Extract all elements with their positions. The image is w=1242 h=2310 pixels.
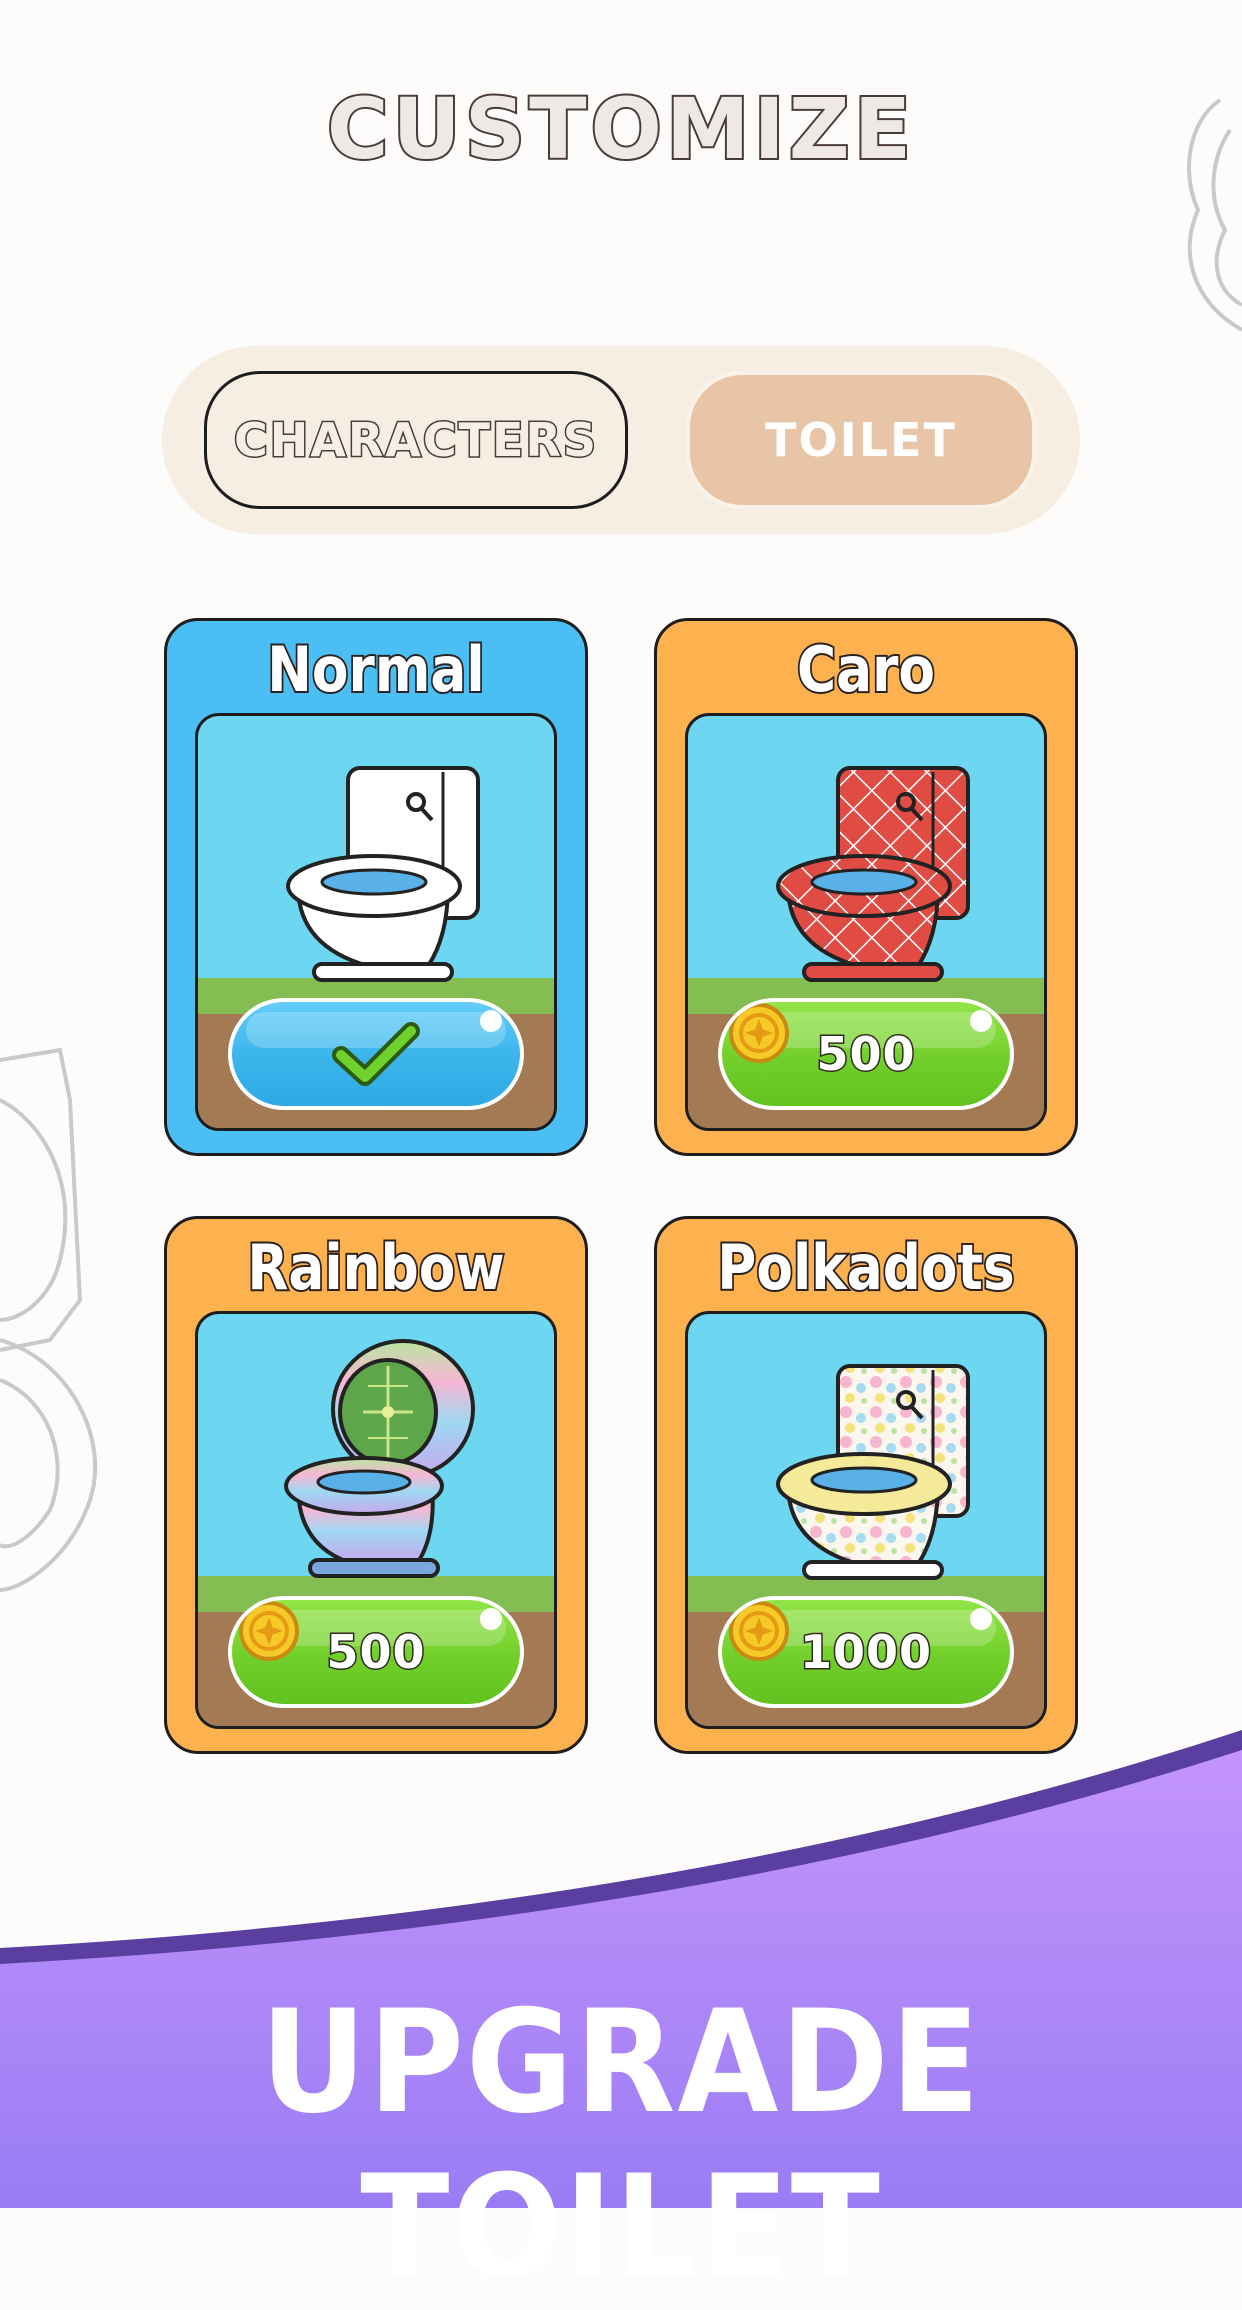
- button-glint: [480, 1608, 502, 1630]
- button-glint: [970, 1608, 992, 1630]
- button-glint: [970, 1010, 992, 1032]
- tab-bar: CHARACTERS TOILET: [162, 346, 1080, 534]
- coin-icon: [729, 1601, 789, 1661]
- buy-button[interactable]: 500: [718, 998, 1014, 1110]
- buy-button[interactable]: 500: [228, 1596, 524, 1708]
- polkadot-toilet-icon: [776, 1364, 970, 1580]
- white-toilet-icon: [286, 766, 480, 982]
- item-preview: [195, 713, 557, 1131]
- page-title: CUSTOMIZE: [325, 78, 916, 180]
- coin-icon: [729, 1003, 789, 1063]
- price-label: 1000: [798, 1624, 933, 1681]
- item-preview: 500: [195, 1311, 557, 1729]
- toilet-sketch-decoration: [0, 1047, 98, 1592]
- tab-characters[interactable]: CHARACTERS: [204, 371, 628, 509]
- button-glint: [480, 1010, 502, 1032]
- buy-button[interactable]: 1000: [718, 1596, 1014, 1708]
- promo-banner-text: UPGRADE TOILET: [260, 1980, 982, 2310]
- item-preview: 500: [685, 713, 1047, 1131]
- item-name: Normal: [266, 631, 487, 708]
- coin-icon: [239, 1601, 299, 1661]
- plaid-toilet-icon: [776, 766, 970, 982]
- item-card-caro[interactable]: Caro 500: [654, 618, 1078, 1156]
- item-preview: 1000: [685, 1311, 1047, 1729]
- item-name: Polkadots: [716, 1229, 1017, 1306]
- item-card-rainbow[interactable]: Rainbow 500: [164, 1216, 588, 1754]
- item-name: Caro: [795, 631, 936, 708]
- item-name: Rainbow: [246, 1229, 507, 1306]
- checkmark-icon: [332, 1022, 420, 1086]
- rainbow-toilet-icon: [284, 1339, 475, 1578]
- price-label: 500: [325, 1624, 426, 1681]
- tab-toilet[interactable]: TOILET: [686, 371, 1036, 509]
- item-card-normal[interactable]: Normal: [164, 618, 588, 1156]
- item-card-polkadots[interactable]: Polkadots 1000: [654, 1216, 1078, 1754]
- price-label: 500: [815, 1026, 916, 1083]
- equipped-button[interactable]: [228, 998, 524, 1110]
